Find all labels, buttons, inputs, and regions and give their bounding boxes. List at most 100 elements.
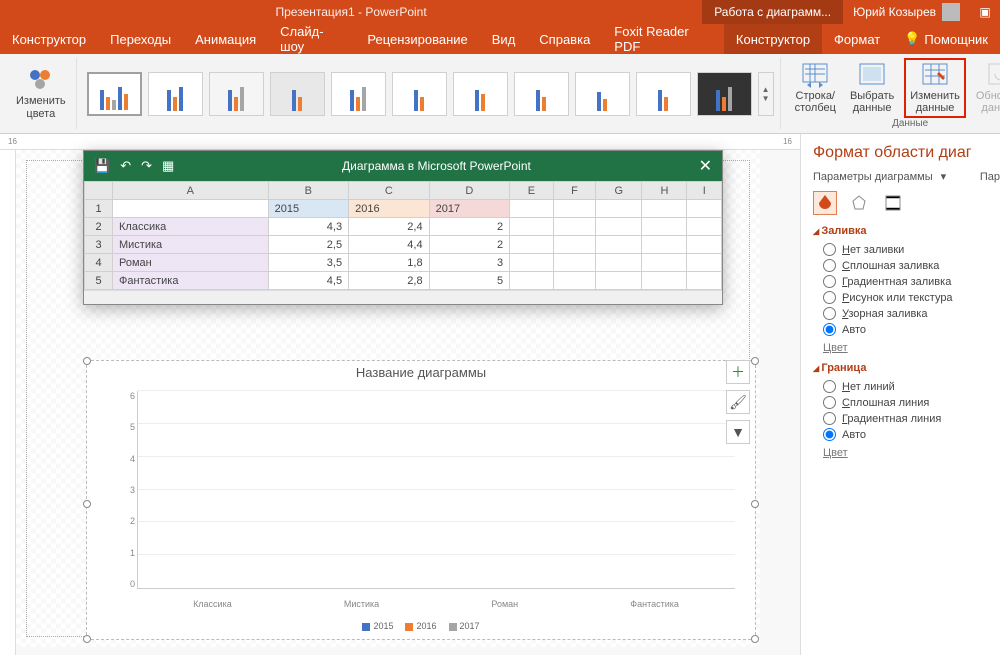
border-section-header[interactable]: Граница — [813, 362, 1000, 374]
fill-color-label[interactable]: Цвет — [823, 342, 1000, 354]
slide-canvas[interactable]: 💾 ↶ ↷ ▦ Диаграмма в Microsoft PowerPoint… — [16, 150, 760, 647]
chart-styles-button[interactable]: 🖌 — [726, 390, 750, 414]
radio-input[interactable] — [823, 380, 836, 393]
chart-style-gallery[interactable]: ▲▼ — [87, 58, 774, 129]
cell[interactable] — [687, 254, 722, 272]
cell[interactable] — [553, 254, 595, 272]
open-excel-icon[interactable]: ▦ — [162, 158, 174, 174]
table-row[interactable]: 3Мистика2,54,42 — [85, 236, 722, 254]
cell[interactable]: 2 — [429, 236, 510, 254]
cell[interactable]: 4,5 — [268, 272, 349, 290]
chart-style-7[interactable] — [453, 72, 508, 116]
chart-style-more-button[interactable]: ▲▼ — [758, 72, 774, 116]
cell[interactable] — [553, 200, 595, 218]
cell[interactable] — [596, 272, 642, 290]
edit-data-button[interactable]: Изменить данные — [904, 58, 966, 118]
cell[interactable] — [510, 272, 554, 290]
cell[interactable] — [642, 200, 687, 218]
chart-data-editor-window[interactable]: 💾 ↶ ↷ ▦ Диаграмма в Microsoft PowerPoint… — [83, 150, 723, 305]
chart-object[interactable]: Название диаграммы 0123456 КлассикаМисти… — [86, 360, 756, 640]
radio-input[interactable] — [823, 291, 836, 304]
tab-animations[interactable]: Анимация — [183, 24, 268, 54]
cell[interactable]: 5 — [429, 272, 510, 290]
border-option[interactable]: Авто — [823, 428, 1000, 441]
cell[interactable] — [642, 272, 687, 290]
cell[interactable] — [687, 272, 722, 290]
cell[interactable]: 2016 — [349, 200, 430, 218]
row-header[interactable]: 2 — [85, 218, 113, 236]
chart-style-11[interactable] — [697, 72, 752, 116]
chart-filters-button[interactable]: ▼ — [726, 420, 750, 444]
cell[interactable] — [510, 200, 554, 218]
radio-input[interactable] — [823, 307, 836, 320]
tab-chart-format[interactable]: Формат — [822, 24, 892, 54]
border-color-label[interactable]: Цвет — [823, 447, 1000, 459]
cell[interactable]: 4,3 — [268, 218, 349, 236]
cell[interactable] — [510, 236, 554, 254]
radio-input[interactable] — [823, 396, 836, 409]
radio-input[interactable] — [823, 275, 836, 288]
tab-view[interactable]: Вид — [480, 24, 528, 54]
chart-style-10[interactable] — [636, 72, 691, 116]
cell[interactable] — [642, 236, 687, 254]
chart-style-3[interactable] — [209, 72, 264, 116]
chart-style-1[interactable] — [87, 72, 142, 116]
row-header[interactable]: 3 — [85, 236, 113, 254]
fill-section-header[interactable]: Заливка — [813, 225, 1000, 237]
column-header[interactable]: D — [429, 182, 510, 200]
size-category-icon[interactable] — [881, 191, 905, 215]
chart-legend[interactable]: 201520162017 — [87, 621, 755, 631]
legend-item[interactable]: 2015 — [362, 621, 393, 631]
column-header[interactable]: B — [268, 182, 349, 200]
cell[interactable] — [596, 200, 642, 218]
chart-style-6[interactable] — [392, 72, 447, 116]
cell[interactable] — [596, 218, 642, 236]
tab-transitions[interactable]: Переходы — [98, 24, 183, 54]
tab-design[interactable]: Конструктор — [0, 24, 98, 54]
plot-area[interactable] — [137, 391, 735, 589]
cell[interactable]: 2,4 — [349, 218, 430, 236]
cell[interactable] — [553, 272, 595, 290]
table-row[interactable]: 1201520162017 — [85, 200, 722, 218]
data-editor-close-button[interactable]: ✕ — [699, 156, 712, 176]
cell[interactable]: 2017 — [429, 200, 510, 218]
column-header[interactable]: G — [596, 182, 642, 200]
chart-style-4[interactable] — [270, 72, 325, 116]
fill-option[interactable]: Градиентная заливка — [823, 275, 1000, 288]
cell[interactable]: Роман — [113, 254, 269, 272]
fill-option[interactable]: Сплошная заливка — [823, 259, 1000, 272]
radio-input[interactable] — [823, 412, 836, 425]
radio-input[interactable] — [823, 428, 836, 441]
chart-title[interactable]: Название диаграммы — [87, 361, 755, 384]
border-option[interactable]: Градиентная линия — [823, 412, 1000, 425]
cell[interactable] — [510, 218, 554, 236]
cell[interactable]: 3,5 — [268, 254, 349, 272]
column-header[interactable]: A — [113, 182, 269, 200]
chart-style-8[interactable] — [514, 72, 569, 116]
radio-input[interactable] — [823, 323, 836, 336]
cell[interactable] — [642, 218, 687, 236]
table-row[interactable]: 2Классика4,32,42 — [85, 218, 722, 236]
border-option[interactable]: Сплошная линия — [823, 396, 1000, 409]
legend-item[interactable]: 2017 — [449, 621, 480, 631]
cell[interactable] — [596, 236, 642, 254]
tell-me[interactable]: 💡 Помощник — [892, 31, 1000, 47]
row-header[interactable]: 4 — [85, 254, 113, 272]
cell[interactable]: 2,8 — [349, 272, 430, 290]
fill-line-category-icon[interactable] — [813, 191, 837, 215]
fill-option[interactable]: Авто — [823, 323, 1000, 336]
radio-input[interactable] — [823, 243, 836, 256]
cell[interactable]: 1,8 — [349, 254, 430, 272]
cell[interactable] — [553, 218, 595, 236]
cell[interactable]: 4,4 — [349, 236, 430, 254]
user-account[interactable]: Юрий Козырев — [843, 3, 970, 21]
cell[interactable] — [596, 254, 642, 272]
data-editor-scrollbar[interactable] — [84, 290, 722, 304]
slide-editor[interactable]: 16 16 💾 ↶ ↷ ▦ Диаграмма в Microsoft Powe… — [0, 134, 800, 655]
save-icon[interactable]: 💾 — [94, 158, 110, 174]
format-pane[interactable]: Формат области диаг Параметры диаграммы▾… — [800, 134, 1000, 655]
column-header[interactable]: H — [642, 182, 687, 200]
cell[interactable]: Классика — [113, 218, 269, 236]
ribbon-display-options-icon[interactable]: ▣ — [970, 5, 1000, 19]
column-header[interactable]: E — [510, 182, 554, 200]
